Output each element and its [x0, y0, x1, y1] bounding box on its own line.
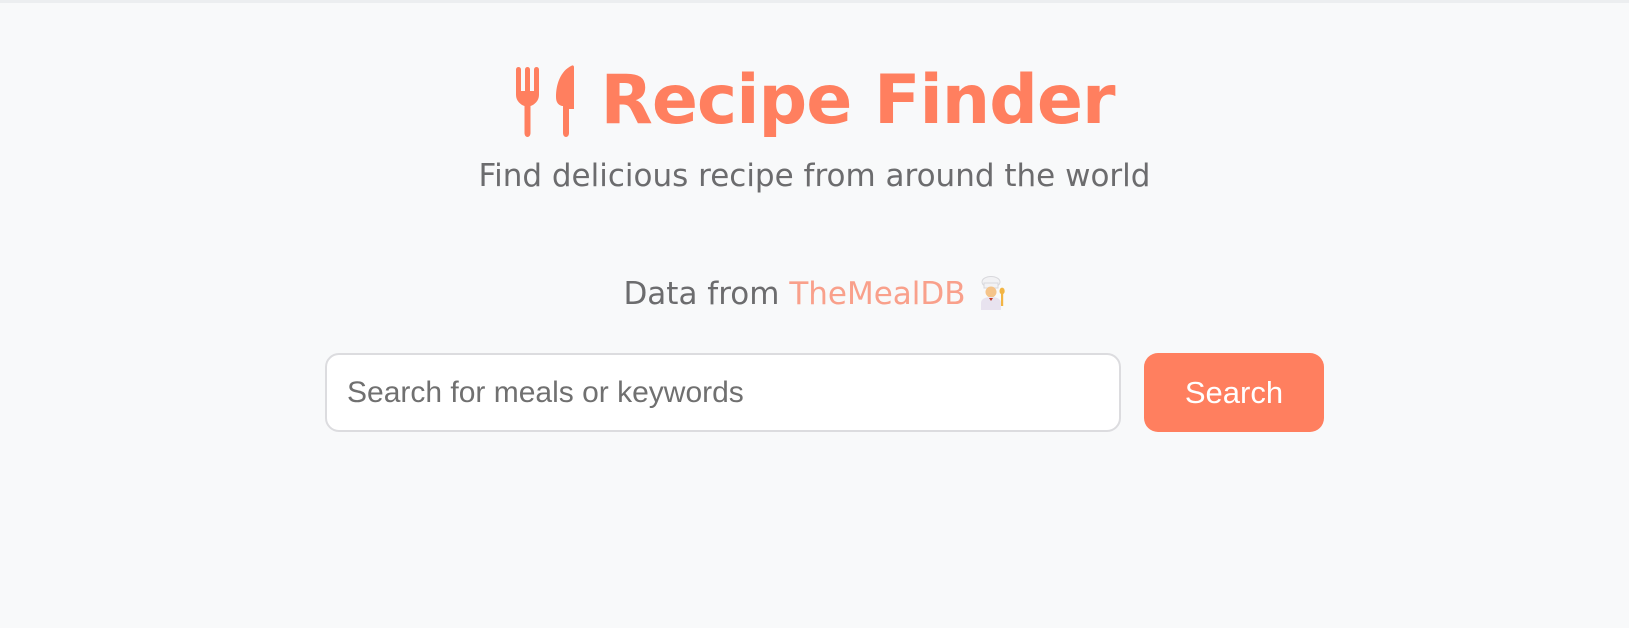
top-border: [0, 0, 1629, 3]
page-title: Recipe Finder: [600, 61, 1115, 140]
credit-prefix: Data from: [623, 276, 790, 312]
search-button[interactable]: Search: [1144, 353, 1324, 432]
fork-knife-icon: [514, 65, 578, 137]
search-input[interactable]: [325, 353, 1121, 432]
header: Recipe Finder: [0, 56, 1629, 146]
title-row: Recipe Finder: [514, 56, 1116, 146]
page-subtitle: Find delicious recipe from around the wo…: [478, 158, 1151, 194]
data-credit: Data from TheMealDB: [0, 276, 1629, 312]
chef-icon: [976, 276, 1006, 310]
themealdb-link[interactable]: TheMealDB: [789, 276, 965, 312]
